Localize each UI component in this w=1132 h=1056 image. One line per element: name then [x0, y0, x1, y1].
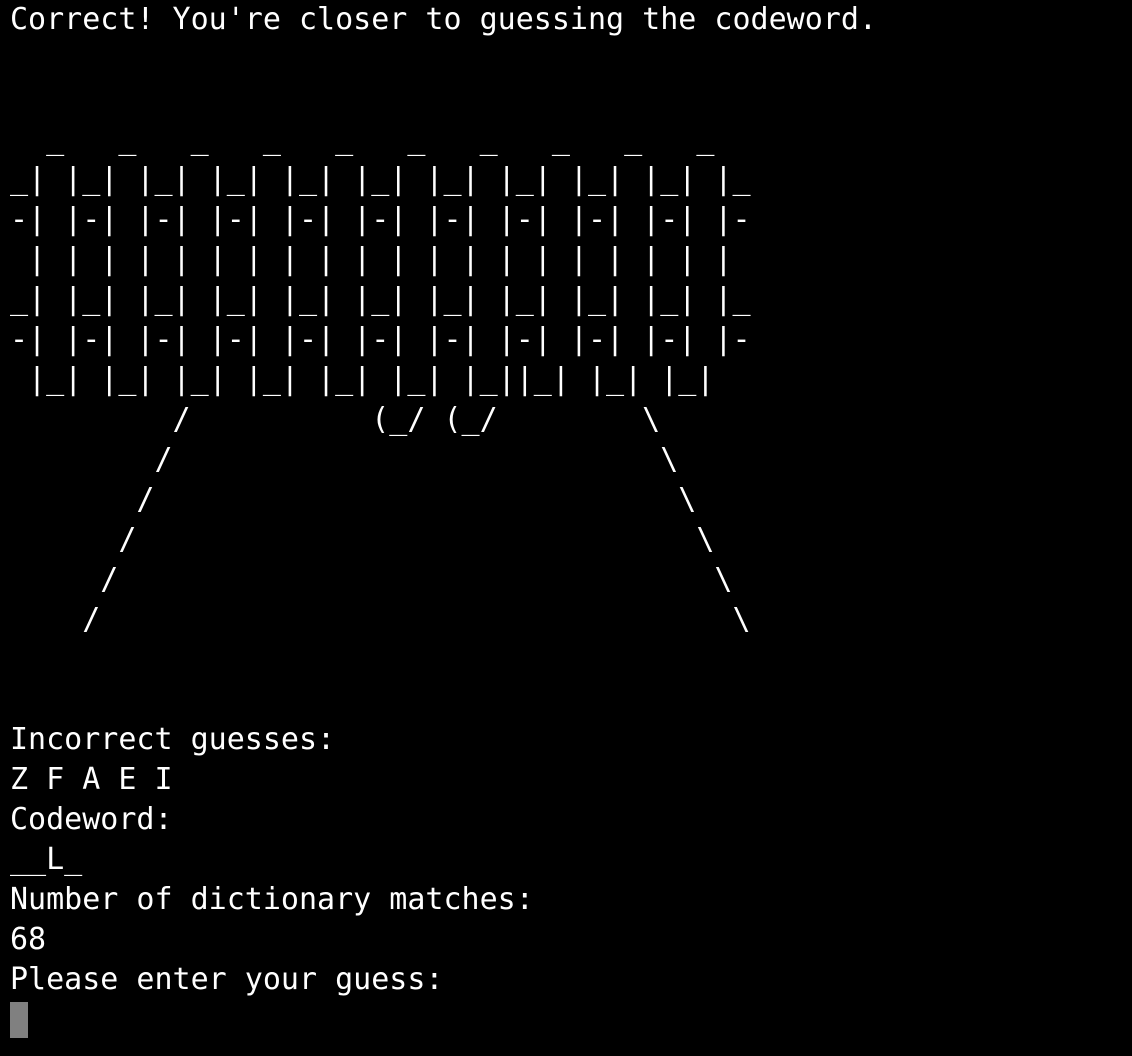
- incorrect-guesses-label: Incorrect guesses:: [10, 722, 336, 757]
- dictionary-matches-value: 68: [10, 922, 47, 957]
- feedback-message: Correct! You're closer to guessing the c…: [10, 2, 877, 37]
- guess-input-line[interactable]: [10, 1000, 1132, 1040]
- terminal-window[interactable]: Correct! You're closer to guessing the c…: [0, 0, 1132, 1056]
- hangman-ascii-art: _ _ _ _ _ _ _ _ _ _ _| |_| |_| |_| |_| |…: [10, 122, 751, 637]
- incorrect-guesses-letters: Z F A E I: [10, 762, 173, 797]
- codeword-value: __L_: [10, 842, 83, 877]
- codeword-label: Codeword:: [10, 802, 173, 837]
- text-cursor[interactable]: [10, 1002, 28, 1038]
- guess-prompt: Please enter your guess:: [10, 962, 444, 997]
- dictionary-matches-label: Number of dictionary matches:: [10, 882, 534, 917]
